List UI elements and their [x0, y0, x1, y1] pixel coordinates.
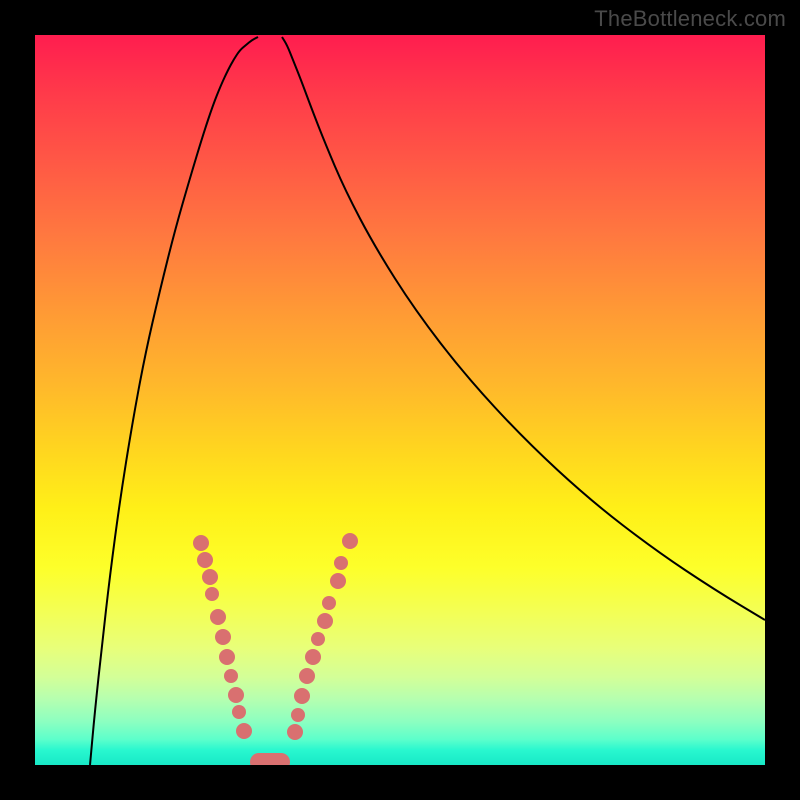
curve-marker	[299, 668, 315, 684]
curve-marker	[294, 688, 310, 704]
left-curve-markers	[193, 535, 252, 739]
curve-marker	[232, 705, 246, 719]
curve-marker	[236, 723, 252, 739]
curve-marker	[330, 573, 346, 589]
right-curve	[282, 37, 765, 620]
curve-marker	[197, 552, 213, 568]
curve-marker	[193, 535, 209, 551]
curve-marker	[224, 669, 238, 683]
curve-marker	[205, 587, 219, 601]
chart-svg	[35, 35, 765, 765]
curve-marker	[342, 533, 358, 549]
curve-marker	[322, 596, 336, 610]
curve-marker	[219, 649, 235, 665]
curve-marker	[305, 649, 321, 665]
curve-marker	[202, 569, 218, 585]
curve-marker	[215, 629, 231, 645]
chart-frame: TheBottleneck.com	[0, 0, 800, 800]
curve-marker	[210, 609, 226, 625]
curve-marker	[228, 687, 244, 703]
curve-marker	[311, 632, 325, 646]
curve-marker	[317, 613, 333, 629]
curve-marker	[291, 708, 305, 722]
plot-area	[35, 35, 765, 765]
curve-marker	[287, 724, 303, 740]
watermark-text: TheBottleneck.com	[594, 6, 786, 32]
right-curve-markers	[287, 533, 358, 740]
bottom-cap-marker	[250, 753, 290, 765]
curve-marker	[334, 556, 348, 570]
